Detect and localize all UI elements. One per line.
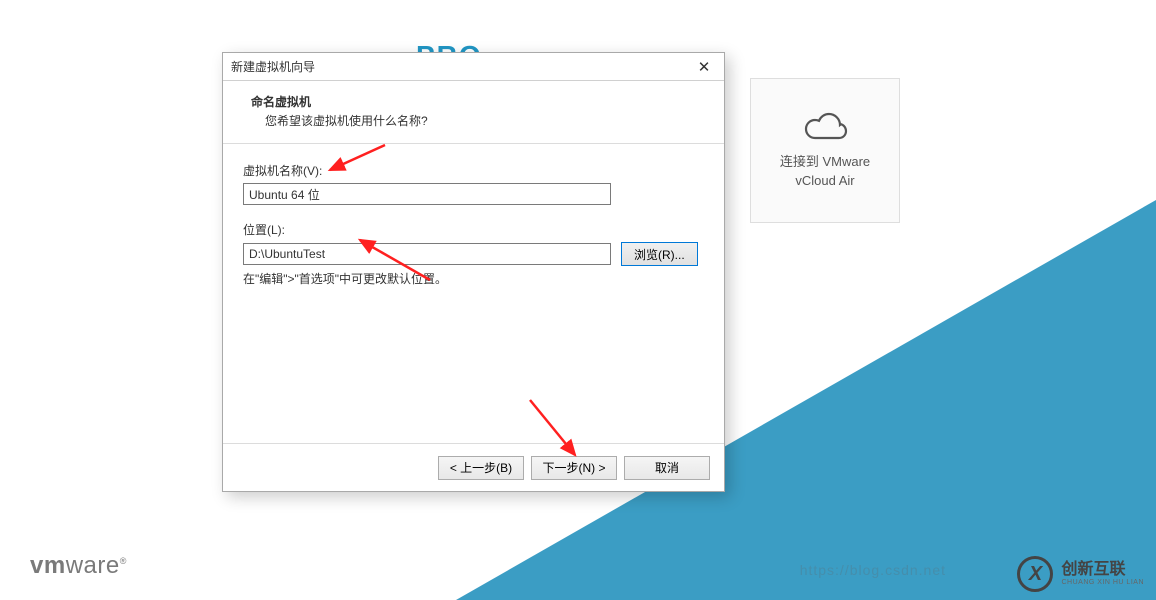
dialog-header-title: 命名虚拟机 (251, 93, 706, 110)
next-button[interactable]: 下一步(N) > (531, 456, 617, 480)
dialog-header-subtitle: 您希望该虚拟机使用什么名称? (265, 112, 706, 129)
browse-button[interactable]: 浏览(R)... (621, 242, 698, 266)
location-hint: 在"编辑">"首选项"中可更改默认位置。 (243, 270, 704, 287)
brand-cn-text: 创新互联 (1061, 561, 1144, 579)
brand-watermark: X 创新互联 CHUANG XIN HU LIAN (1017, 556, 1144, 592)
new-vm-wizard-dialog: 新建虚拟机向导 ✕ 命名虚拟机 您希望该虚拟机使用什么名称? 虚拟机名称(V):… (222, 52, 725, 492)
dialog-footer: < 上一步(B) 下一步(N) > 取消 (223, 443, 724, 491)
url-watermark: https://blog.csdn.net (800, 562, 946, 578)
close-icon: ✕ (698, 58, 711, 76)
brand-en-text: CHUANG XIN HU LIAN (1061, 579, 1144, 587)
dialog-titlebar[interactable]: 新建虚拟机向导 ✕ (223, 53, 724, 81)
dialog-header: 命名虚拟机 您希望该虚拟机使用什么名称? (223, 81, 724, 144)
vcloud-line2: vCloud Air (795, 173, 854, 188)
dialog-title: 新建虚拟机向导 (231, 58, 315, 75)
location-label: 位置(L): (243, 221, 704, 238)
vm-name-field-group: 虚拟机名称(V): (243, 162, 704, 205)
vcloud-card-label: 连接到 VMware vCloud Air (780, 153, 870, 189)
back-button[interactable]: < 上一步(B) (438, 456, 524, 480)
brand-circle-icon: X (1017, 556, 1053, 592)
vcloud-line1: 连接到 VMware (780, 154, 870, 169)
vmware-text: ware (66, 552, 120, 579)
dialog-body: 虚拟机名称(V): 位置(L): 浏览(R)... 在"编辑">"首选项"中可更… (223, 144, 724, 443)
vcloud-air-card[interactable]: 连接到 VMware vCloud Air (750, 78, 900, 223)
cancel-button[interactable]: 取消 (624, 456, 710, 480)
location-field-group: 位置(L): 浏览(R)... 在"编辑">"首选项"中可更改默认位置。 (243, 221, 704, 287)
vm-name-label: 虚拟机名称(V): (243, 162, 704, 179)
vmware-logo: vmware® (30, 552, 127, 580)
close-button[interactable]: ✕ (684, 53, 724, 80)
cloud-icon (800, 111, 850, 143)
location-input[interactable] (243, 243, 611, 265)
vm-name-input[interactable] (243, 183, 611, 205)
